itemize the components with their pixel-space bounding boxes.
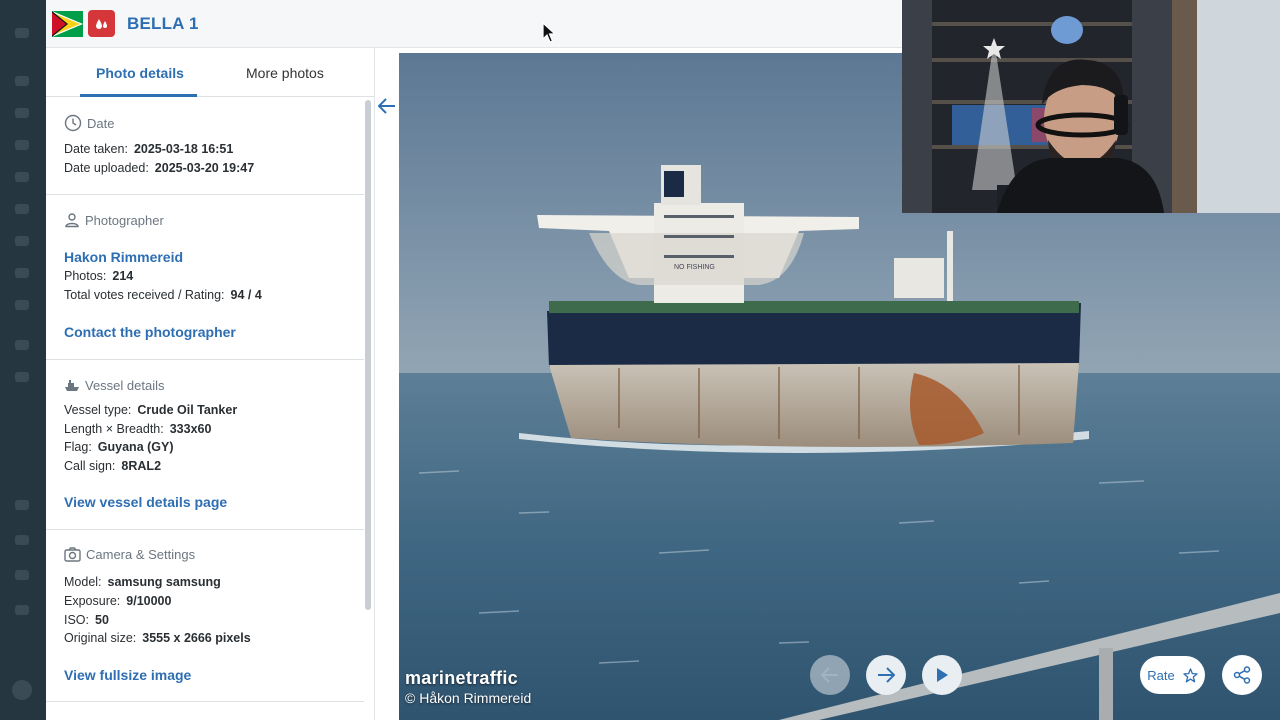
guyana-flag-icon	[52, 11, 83, 37]
vessel-size-row: Length × Breadth: 333x60	[64, 422, 212, 436]
hull-text: NO FISHING	[674, 264, 715, 271]
ship-icon	[65, 380, 79, 391]
star-icon	[1183, 667, 1198, 682]
date-section: Date Date taken: 2025-03-18 16:51 Date up…	[46, 98, 364, 195]
vessel-details-section: Vessel details Vessel type: Crude Oil Tan…	[46, 360, 364, 530]
person-icon	[65, 213, 79, 228]
photo-details-panel: Photo details More photos Date Date take…	[46, 48, 375, 720]
vessel-details-heading: Vessel details	[64, 377, 165, 393]
arrow-left-icon	[378, 98, 395, 114]
date-heading: Date	[64, 114, 114, 132]
tab-photo-details[interactable]: Photo details	[96, 65, 184, 81]
photographer-section: Photographer Hakon Rimmereid Photos: 214 …	[46, 195, 364, 360]
marinetraffic-logo: marinetraffic	[405, 668, 518, 688]
exposure-row: Exposure: 9/10000	[64, 594, 172, 608]
mouse-cursor-icon	[542, 21, 557, 49]
votes-rating-row: Total votes received / Rating: 94 / 4	[64, 288, 262, 302]
photographer-heading: Photographer	[64, 212, 164, 228]
share-button[interactable]	[1222, 655, 1262, 695]
camera-icon	[64, 547, 81, 562]
vessel-flag-row: Flag: Guyana (GY)	[64, 440, 174, 454]
date-uploaded-row: Date uploaded: 2025-03-20 19:47	[64, 161, 255, 175]
photos-count-row: Photos: 214	[64, 269, 134, 283]
clock-icon	[64, 114, 82, 132]
next-photo-button[interactable]	[866, 655, 906, 695]
panel-tabs: Photo details More photos	[46, 48, 374, 97]
previous-photo-button[interactable]	[810, 655, 850, 695]
rate-label: Rate	[1147, 667, 1175, 683]
rate-button[interactable]: Rate	[1140, 656, 1205, 694]
play-icon	[937, 668, 948, 682]
left-rail	[0, 0, 46, 720]
modal-header: BELLA 1	[46, 0, 902, 48]
slideshow-play-button[interactable]	[922, 655, 962, 695]
photographer-name-link[interactable]: Hakon Rimmereid	[64, 249, 183, 265]
vessel-type-row: Vessel type: Crude Oil Tanker	[64, 403, 238, 417]
view-fullsize-image-link[interactable]: View fullsize image	[64, 667, 191, 683]
original-size-row: Original size: 3555 x 2666 pixels	[64, 631, 251, 645]
panel-scrollbar[interactable]	[365, 100, 371, 610]
tanker-drop-icon	[88, 10, 115, 37]
collapse-panel-button[interactable]	[375, 88, 399, 124]
vessel-name-title[interactable]: BELLA 1	[127, 14, 199, 34]
arrow-left-icon	[821, 667, 838, 683]
call-sign-row: Call sign: 8RAL2	[64, 459, 162, 473]
iso-row: ISO: 50	[64, 613, 109, 627]
date-taken-row: Date taken: 2025-03-18 16:51	[64, 142, 234, 156]
camera-settings-section: Camera & Settings Model: samsung samsung …	[46, 530, 364, 702]
contact-photographer-link[interactable]: Contact the photographer	[64, 324, 236, 340]
camera-model-row: Model: samsung samsung	[64, 575, 221, 589]
camera-settings-heading: Camera & Settings	[64, 547, 195, 562]
view-vessel-details-link[interactable]: View vessel details page	[64, 494, 227, 510]
photo-watermark: marinetraffic © Håkon Rimmereid	[405, 668, 531, 706]
tab-more-photos[interactable]: More photos	[246, 65, 324, 81]
arrow-right-icon	[878, 667, 895, 683]
webcam-overlay	[902, 0, 1280, 213]
active-tab-indicator	[80, 94, 197, 97]
photo-copyright: © Håkon Rimmereid	[405, 690, 532, 706]
share-icon	[1233, 666, 1251, 684]
